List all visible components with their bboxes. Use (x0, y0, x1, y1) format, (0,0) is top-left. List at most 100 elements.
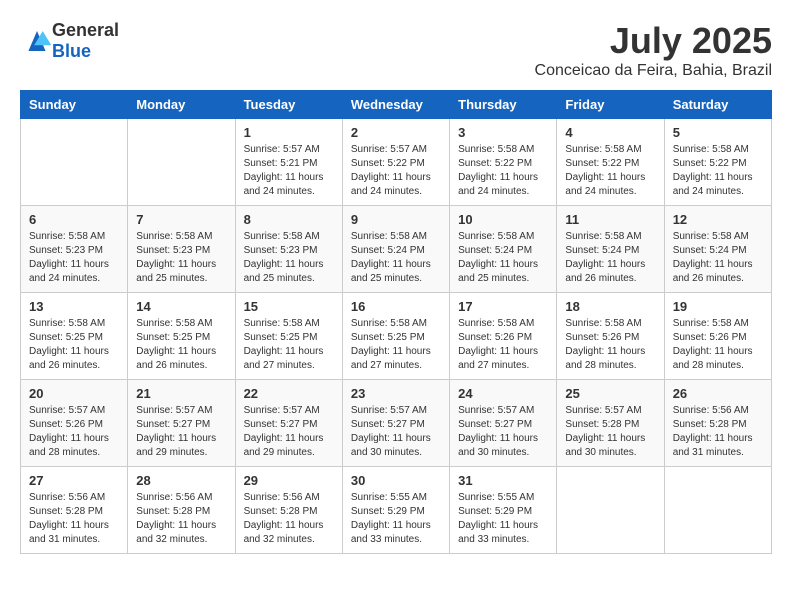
day-number: 28 (136, 473, 226, 488)
day-info: Sunrise: 5:58 AM Sunset: 5:24 PM Dayligh… (673, 230, 763, 286)
calendar-cell: 3 Sunrise: 5:58 AM Sunset: 5:22 PM Daylig… (450, 119, 557, 206)
day-number: 30 (351, 473, 441, 488)
calendar-cell (664, 467, 771, 554)
calendar-cell: 17Sunrise: 5:58 AM Sunset: 5:26 PM Dayli… (450, 293, 557, 380)
calendar-cell: 6 Sunrise: 5:58 AM Sunset: 5:23 PM Daylig… (21, 206, 128, 293)
calendar-week-5: 27Sunrise: 5:56 AM Sunset: 5:28 PM Dayli… (21, 467, 772, 554)
day-info: Sunrise: 5:56 AM Sunset: 5:28 PM Dayligh… (136, 491, 226, 547)
calendar-cell: 26Sunrise: 5:56 AM Sunset: 5:28 PM Dayli… (664, 380, 771, 467)
calendar-cell: 7 Sunrise: 5:58 AM Sunset: 5:23 PM Daylig… (128, 206, 235, 293)
day-number: 23 (351, 386, 441, 401)
day-number: 2 (351, 125, 441, 140)
calendar-week-3: 13 Sunrise: 5:58 AM Sunset: 5:25 PM Dayli… (21, 293, 772, 380)
calendar-cell: 5 Sunrise: 5:58 AM Sunset: 5:22 PM Daylig… (664, 119, 771, 206)
day-info: Sunrise: 5:58 AM Sunset: 5:22 PM Dayligh… (673, 143, 763, 199)
calendar-cell: 11 Sunrise: 5:58 AM Sunset: 5:24 PM Dayli… (557, 206, 664, 293)
day-info: Sunrise: 5:57 AM Sunset: 5:27 PM Dayligh… (244, 404, 334, 460)
day-number: 20 (29, 386, 119, 401)
logo-general: General (52, 20, 119, 40)
calendar-cell: 8 Sunrise: 5:58 AM Sunset: 5:23 PM Daylig… (235, 206, 342, 293)
day-number: 12 (673, 212, 763, 227)
day-info: Sunrise: 5:58 AM Sunset: 5:22 PM Dayligh… (458, 143, 548, 199)
day-info: Sunrise: 5:55 AM Sunset: 5:29 PM Dayligh… (351, 491, 441, 547)
calendar-body: 1 Sunrise: 5:57 AM Sunset: 5:21 PM Daylig… (21, 119, 772, 554)
header-friday: Friday (557, 91, 664, 119)
month-title: July 2025 (535, 20, 772, 62)
day-number: 25 (565, 386, 655, 401)
calendar-cell: 10Sunrise: 5:58 AM Sunset: 5:24 PM Dayli… (450, 206, 557, 293)
day-info: Sunrise: 5:58 AM Sunset: 5:24 PM Dayligh… (458, 230, 548, 286)
day-number: 8 (244, 212, 334, 227)
day-number: 24 (458, 386, 548, 401)
day-number: 11 (565, 212, 655, 227)
day-number: 13 (29, 299, 119, 314)
day-info: Sunrise: 5:58 AM Sunset: 5:22 PM Dayligh… (565, 143, 655, 199)
day-info: Sunrise: 5:56 AM Sunset: 5:28 PM Dayligh… (29, 491, 119, 547)
logo-blue: Blue (52, 41, 91, 61)
header-tuesday: Tuesday (235, 91, 342, 119)
calendar-cell: 12 Sunrise: 5:58 AM Sunset: 5:24 PM Dayli… (664, 206, 771, 293)
calendar-header-row: SundayMondayTuesdayWednesdayThursdayFrid… (21, 91, 772, 119)
logo: General Blue (20, 20, 119, 62)
calendar-cell: 14 Sunrise: 5:58 AM Sunset: 5:25 PM Dayli… (128, 293, 235, 380)
day-info: Sunrise: 5:58 AM Sunset: 5:24 PM Dayligh… (565, 230, 655, 286)
calendar-cell: 21Sunrise: 5:57 AM Sunset: 5:27 PM Dayli… (128, 380, 235, 467)
calendar-cell: 31Sunrise: 5:55 AM Sunset: 5:29 PM Dayli… (450, 467, 557, 554)
calendar-cell: 30 Sunrise: 5:55 AM Sunset: 5:29 PM Dayli… (342, 467, 449, 554)
day-info: Sunrise: 5:57 AM Sunset: 5:22 PM Dayligh… (351, 143, 441, 199)
day-number: 15 (244, 299, 334, 314)
header-wednesday: Wednesday (342, 91, 449, 119)
day-info: Sunrise: 5:58 AM Sunset: 5:25 PM Dayligh… (29, 317, 119, 373)
location-title: Conceicao da Feira, Bahia, Brazil (535, 62, 772, 80)
day-info: Sunrise: 5:58 AM Sunset: 5:23 PM Dayligh… (244, 230, 334, 286)
header-monday: Monday (128, 91, 235, 119)
calendar-cell: 16Sunrise: 5:58 AM Sunset: 5:25 PM Dayli… (342, 293, 449, 380)
day-number: 4 (565, 125, 655, 140)
day-info: Sunrise: 5:58 AM Sunset: 5:25 PM Dayligh… (244, 317, 334, 373)
calendar-cell: 1 Sunrise: 5:57 AM Sunset: 5:21 PM Daylig… (235, 119, 342, 206)
calendar-cell: 4 Sunrise: 5:58 AM Sunset: 5:22 PM Daylig… (557, 119, 664, 206)
day-info: Sunrise: 5:56 AM Sunset: 5:28 PM Dayligh… (244, 491, 334, 547)
day-number: 5 (673, 125, 763, 140)
calendar-cell: 19Sunrise: 5:58 AM Sunset: 5:26 PM Dayli… (664, 293, 771, 380)
day-number: 7 (136, 212, 226, 227)
day-number: 16 (351, 299, 441, 314)
calendar-cell: 18Sunrise: 5:58 AM Sunset: 5:26 PM Dayli… (557, 293, 664, 380)
calendar-cell: 9 Sunrise: 5:58 AM Sunset: 5:24 PM Daylig… (342, 206, 449, 293)
day-info: Sunrise: 5:58 AM Sunset: 5:23 PM Dayligh… (29, 230, 119, 286)
day-info: Sunrise: 5:58 AM Sunset: 5:26 PM Dayligh… (565, 317, 655, 373)
calendar-cell (21, 119, 128, 206)
header-saturday: Saturday (664, 91, 771, 119)
day-info: Sunrise: 5:58 AM Sunset: 5:25 PM Dayligh… (136, 317, 226, 373)
calendar-cell: 15 Sunrise: 5:58 AM Sunset: 5:25 PM Dayli… (235, 293, 342, 380)
calendar-cell: 24 Sunrise: 5:57 AM Sunset: 5:27 PM Dayli… (450, 380, 557, 467)
calendar-table: SundayMondayTuesdayWednesdayThursdayFrid… (20, 90, 772, 554)
day-number: 6 (29, 212, 119, 227)
calendar-week-1: 1 Sunrise: 5:57 AM Sunset: 5:21 PM Daylig… (21, 119, 772, 206)
day-info: Sunrise: 5:55 AM Sunset: 5:29 PM Dayligh… (458, 491, 548, 547)
calendar-cell: 27Sunrise: 5:56 AM Sunset: 5:28 PM Dayli… (21, 467, 128, 554)
day-info: Sunrise: 5:57 AM Sunset: 5:21 PM Dayligh… (244, 143, 334, 199)
page-header: General Blue July 2025 Conceicao da Feir… (20, 20, 772, 80)
day-info: Sunrise: 5:57 AM Sunset: 5:26 PM Dayligh… (29, 404, 119, 460)
day-info: Sunrise: 5:57 AM Sunset: 5:28 PM Dayligh… (565, 404, 655, 460)
header-thursday: Thursday (450, 91, 557, 119)
day-number: 14 (136, 299, 226, 314)
day-number: 19 (673, 299, 763, 314)
calendar-cell (557, 467, 664, 554)
calendar-week-4: 20 Sunrise: 5:57 AM Sunset: 5:26 PM Dayli… (21, 380, 772, 467)
calendar-cell (128, 119, 235, 206)
day-info: Sunrise: 5:58 AM Sunset: 5:23 PM Dayligh… (136, 230, 226, 286)
day-number: 22 (244, 386, 334, 401)
logo-icon (22, 31, 52, 51)
day-number: 9 (351, 212, 441, 227)
calendar-cell: 13 Sunrise: 5:58 AM Sunset: 5:25 PM Dayli… (21, 293, 128, 380)
day-info: Sunrise: 5:58 AM Sunset: 5:24 PM Dayligh… (351, 230, 441, 286)
day-info: Sunrise: 5:57 AM Sunset: 5:27 PM Dayligh… (351, 404, 441, 460)
calendar-week-2: 6 Sunrise: 5:58 AM Sunset: 5:23 PM Daylig… (21, 206, 772, 293)
day-info: Sunrise: 5:57 AM Sunset: 5:27 PM Dayligh… (458, 404, 548, 460)
calendar-cell: 23 Sunrise: 5:57 AM Sunset: 5:27 PM Dayli… (342, 380, 449, 467)
day-number: 1 (244, 125, 334, 140)
day-number: 21 (136, 386, 226, 401)
day-number: 3 (458, 125, 548, 140)
